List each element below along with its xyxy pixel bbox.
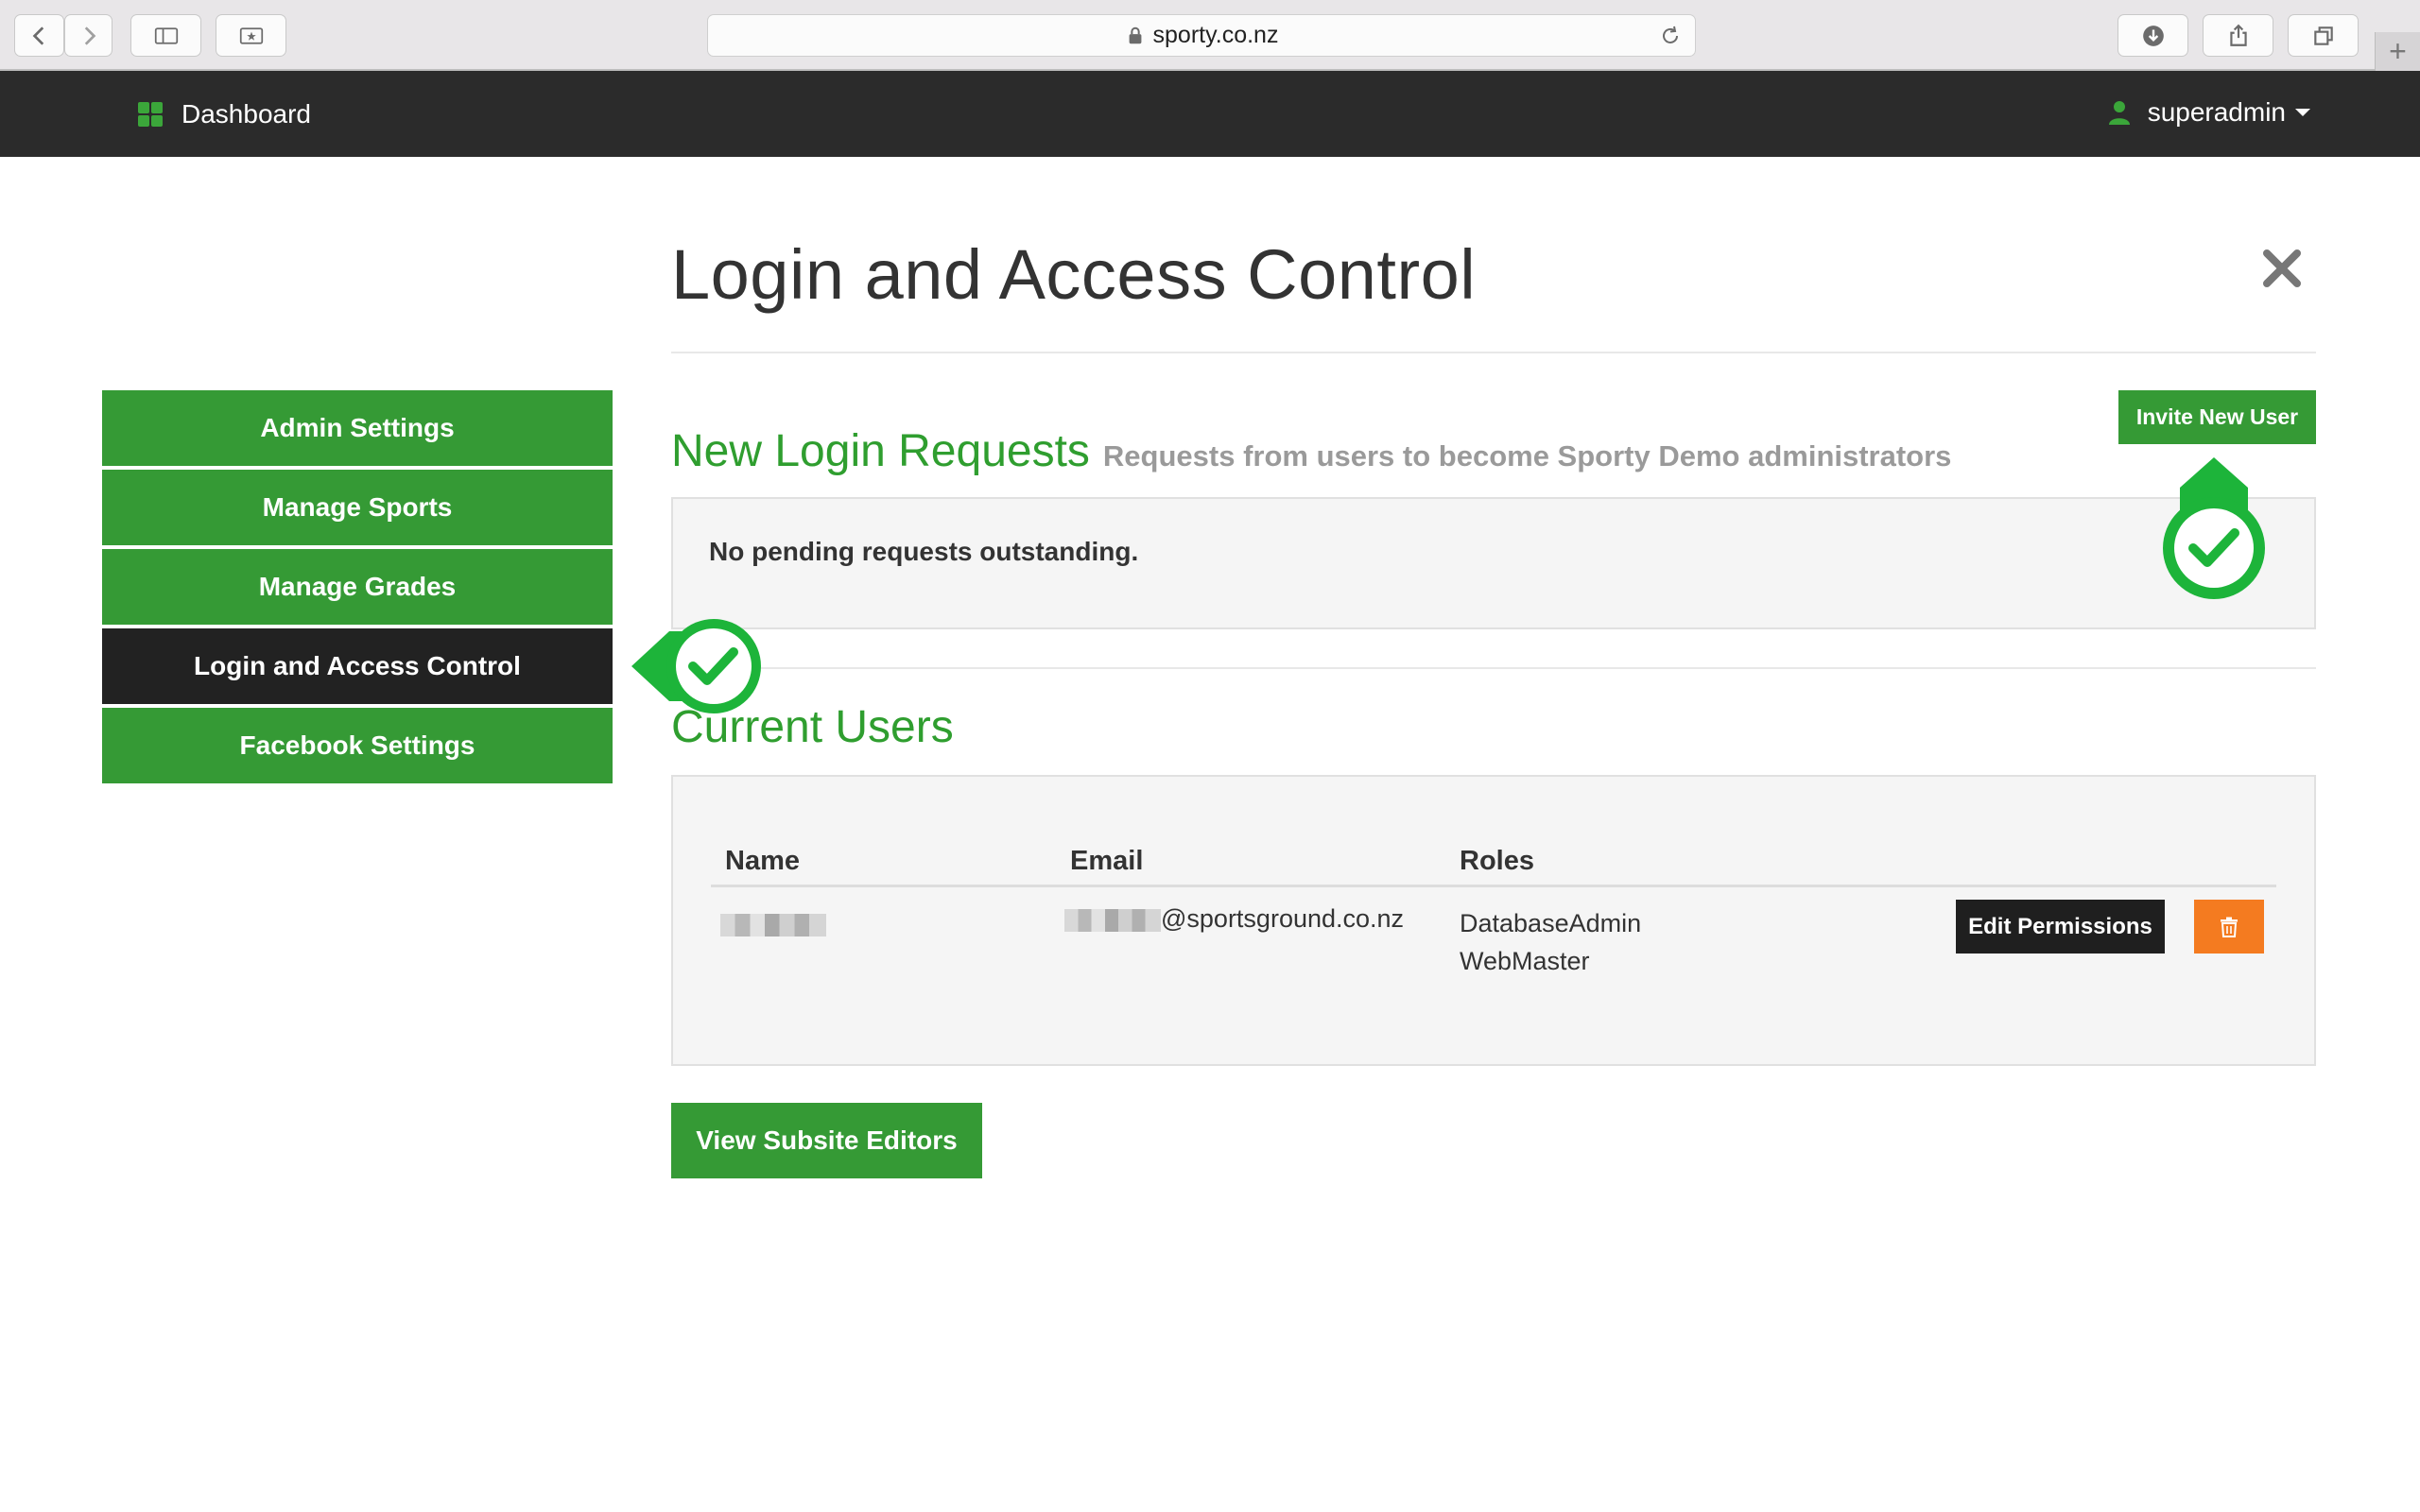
redacted-email-block (1064, 908, 1161, 932)
share-button[interactable] (2203, 14, 2273, 57)
user-menu[interactable]: superadmin (2108, 97, 2310, 128)
new-requests-subtitle: Requests from users to become Sporty Dem… (1102, 439, 1952, 472)
lock-icon (1129, 26, 1141, 43)
column-header-name: Name (725, 846, 800, 876)
role-webmaster: WebMaster (1460, 947, 1590, 975)
user-name: superadmin (2147, 97, 2286, 127)
delete-user-button[interactable] (2194, 900, 2264, 954)
close-icon[interactable] (2257, 244, 2307, 293)
column-header-email: Email (1070, 846, 1144, 876)
user-email-domain: @sportsground.co.nz (1161, 904, 1405, 933)
dashboard-link[interactable]: Dashboard (138, 99, 311, 129)
download-icon (2142, 25, 2164, 46)
trash-icon (2221, 917, 2238, 937)
no-pending-message: No pending requests outstanding. (709, 537, 1139, 566)
share-icon (2229, 24, 2247, 46)
top-sites-button[interactable] (216, 14, 286, 57)
forward-button[interactable] (64, 14, 112, 57)
new-requests-heading: New Login Requests Requests from users t… (671, 425, 1951, 477)
tabs-icon (2313, 26, 2333, 45)
redacted-name-block (720, 913, 826, 936)
caret-down-icon (2295, 109, 2310, 116)
invite-new-user-button[interactable]: Invite New User (2118, 390, 2316, 444)
reload-icon[interactable] (1659, 25, 1682, 47)
dashboard-label: Dashboard (182, 99, 311, 129)
plus-icon: + (2389, 34, 2407, 68)
sidebar-item-admin-settings[interactable]: Admin Settings (102, 390, 613, 466)
pending-requests-panel: No pending requests outstanding. (671, 497, 2316, 629)
user-email: @sportsground.co.nz (1064, 904, 1404, 934)
sidebar-item-manage-sports[interactable]: Manage Sports (102, 470, 613, 545)
new-tab-button[interactable]: + (2375, 32, 2420, 71)
address-bar[interactable]: sporty.co.nz (707, 14, 1696, 57)
back-button[interactable] (14, 14, 64, 57)
invite-checkmark-marker-icon (2163, 457, 2265, 599)
dashboard-grid-icon (138, 102, 163, 127)
sidebar-item-manage-grades[interactable]: Manage Grades (102, 549, 613, 625)
sidebar-checkmark-marker-icon (631, 619, 761, 713)
top-navbar: Dashboard superadmin (0, 71, 2420, 157)
title-divider (671, 352, 2316, 353)
sidebar-toggle-button[interactable] (130, 14, 201, 57)
view-subsite-editors-button[interactable]: View Subsite Editors (671, 1103, 982, 1178)
sidebar-item-facebook-settings[interactable]: Facebook Settings (102, 708, 613, 783)
chevron-left-icon (32, 26, 43, 45)
edit-permissions-button[interactable]: Edit Permissions (1956, 900, 2165, 954)
user-roles: DatabaseAdmin WebMaster (1460, 904, 1641, 980)
sidebar-item-login-access-control[interactable]: Login and Access Control (102, 628, 613, 704)
user-icon (2108, 101, 2130, 125)
sidebar-icon (154, 26, 178, 44)
new-requests-title: New Login Requests (671, 426, 1090, 476)
tabs-overview-button[interactable] (2288, 14, 2359, 57)
user-name-redacted (720, 909, 826, 938)
table-header-divider (711, 885, 2276, 887)
current-users-panel: Name Email Roles @sportsground.co.nz Dat… (671, 775, 2316, 1066)
page-title: Login and Access Control (671, 235, 1477, 314)
url-text: sporty.co.nz (1152, 22, 1279, 48)
downloads-button[interactable] (2118, 14, 2188, 57)
chevron-right-icon (84, 26, 95, 45)
column-header-roles: Roles (1460, 846, 1534, 876)
section-divider (671, 667, 2316, 669)
role-database-admin: DatabaseAdmin (1460, 909, 1642, 937)
browser-toolbar: sporty.co.nz + (0, 0, 2420, 71)
star-icon (239, 26, 263, 44)
settings-sidebar: Admin Settings Manage Sports Manage Grad… (102, 390, 613, 787)
